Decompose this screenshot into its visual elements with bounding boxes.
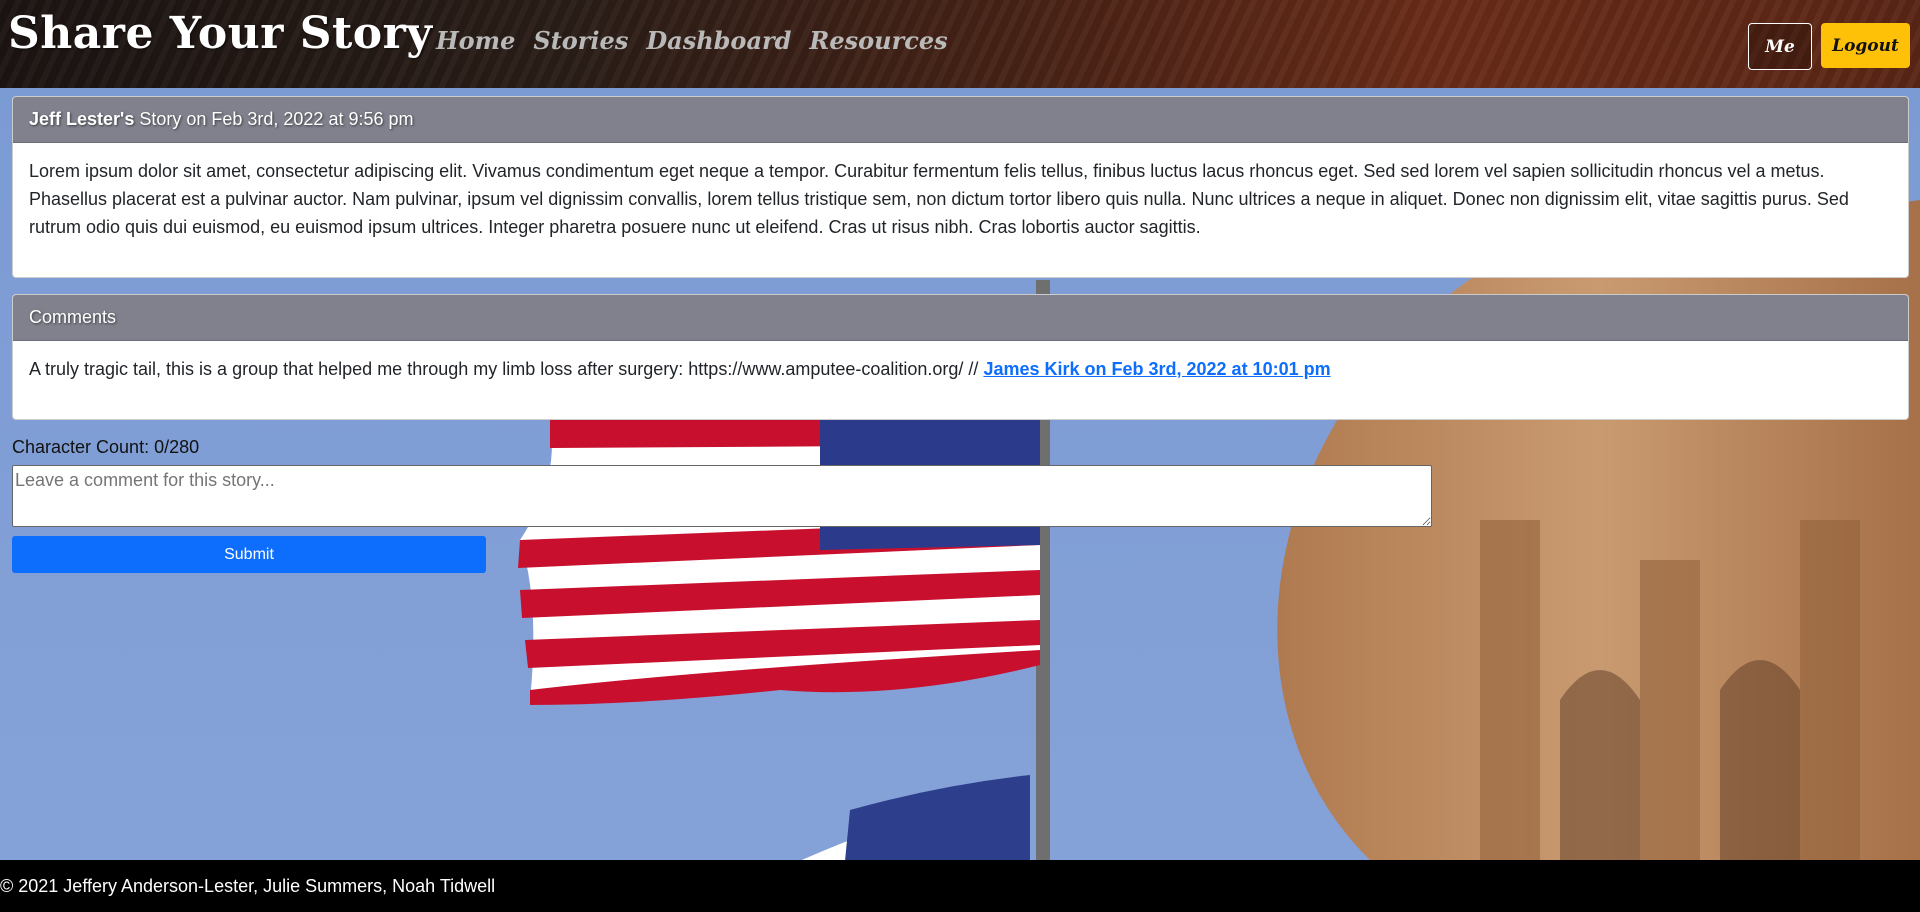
story-card: Jeff Lester's Story on Feb 3rd, 2022 at … — [12, 96, 1909, 278]
navbar: Share Your Story Home Stories Dashboard … — [0, 0, 1920, 88]
story-header: Jeff Lester's Story on Feb 3rd, 2022 at … — [13, 97, 1908, 143]
main-nav: Home Stories Dashboard Resources — [436, 26, 948, 55]
user-actions: Me Logout — [1748, 23, 1910, 70]
story-body: Lorem ipsum dolor sit amet, consectetur … — [29, 161, 1849, 237]
comment-item: A truly tragic tail, this is a group tha… — [13, 341, 1908, 397]
comment-text: A truly tragic tail, this is a group tha… — [29, 359, 984, 379]
comment-input[interactable] — [12, 465, 1432, 527]
footer: © 2021 Jeffery Anderson-Lester, Julie Su… — [0, 860, 1920, 912]
me-button[interactable]: Me — [1748, 23, 1812, 70]
comments-header: Comments — [13, 295, 1908, 341]
nav-link-home[interactable]: Home — [436, 26, 515, 55]
nav-link-dashboard[interactable]: Dashboard — [646, 26, 791, 55]
story-author: Jeff Lester's — [29, 109, 135, 129]
brand-logo-link[interactable]: Share Your Story — [8, 8, 432, 59]
character-count: Character Count: 0/280 — [12, 437, 200, 457]
comments-card: Comments A truly tragic tail, this is a … — [12, 294, 1909, 420]
nav-link-resources[interactable]: Resources — [809, 26, 947, 55]
story-meta: Story on Feb 3rd, 2022 at 9:56 pm — [139, 109, 414, 129]
footer-copyright: © 2021 Jeffery Anderson-Lester, Julie Su… — [0, 875, 496, 896]
submit-button[interactable]: Submit — [12, 536, 486, 573]
comment-author-link[interactable]: James Kirk on Feb 3rd, 2022 at 10:01 pm — [983, 359, 1330, 379]
nav-link-stories[interactable]: Stories — [533, 26, 628, 55]
logout-button[interactable]: Logout — [1821, 23, 1910, 68]
